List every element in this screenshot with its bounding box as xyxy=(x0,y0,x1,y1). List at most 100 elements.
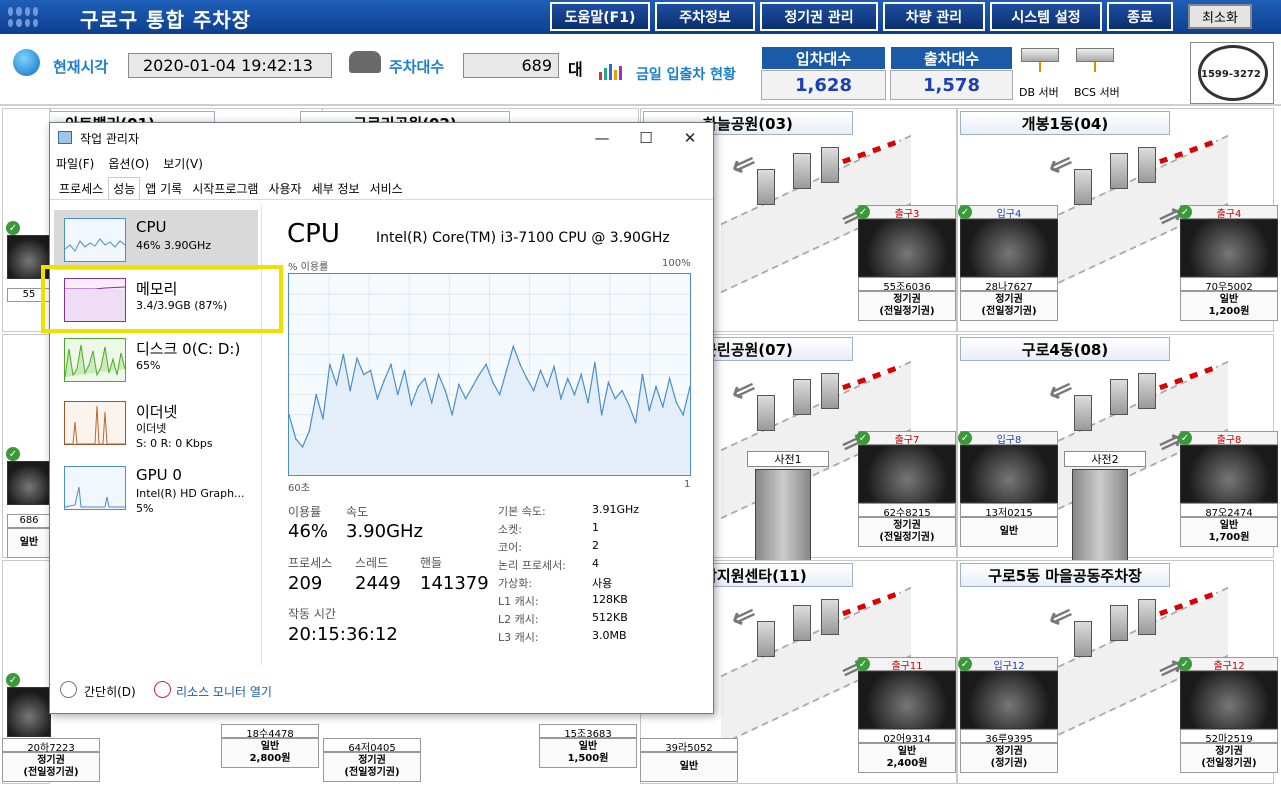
plate-number: 64저0405 xyxy=(323,738,421,754)
vehicle-type-text: 일반 xyxy=(19,537,39,548)
cpu-usage-point xyxy=(566,377,569,380)
sidebar-item-disk[interactable]: 디스크 0(C: D:) 65% xyxy=(54,330,258,390)
usage-axis-max: 100% xyxy=(662,258,691,269)
tab-app-history[interactable]: 앱 기록 xyxy=(140,177,187,199)
plate-number: 55조6036 xyxy=(858,277,956,293)
maximize-window-button[interactable]: ☐ xyxy=(626,127,666,149)
cpu-usage-point xyxy=(532,389,535,392)
tab-users[interactable]: 사용자 xyxy=(263,177,306,199)
task-manager-window[interactable]: 작업 관리자 — ☐ ✕ 파일(F) 옵션(O) 보기(V) 프로세스 성능 앱… xyxy=(49,122,714,714)
spec-key: 논리 프로세서: xyxy=(498,559,566,572)
plate-number: 36루9395 xyxy=(960,729,1058,745)
ticket-kiosk xyxy=(757,395,775,431)
sidebar-item-cpu[interactable]: CPU 46% 3.90GHz xyxy=(54,210,258,270)
menu-file[interactable]: 파일(F) xyxy=(56,155,94,172)
cpu-usage-point xyxy=(621,389,623,392)
vehicle-type-text: 정기권 xyxy=(995,746,1023,757)
cpu-usage-point xyxy=(424,377,426,380)
sidebar-item-gpu[interactable]: GPU 0 Intel(R) HD Graph... 5% xyxy=(54,458,258,518)
vehicle-type-text: 일반 xyxy=(897,746,917,757)
camera-panel: 18수4478 일반 2,800원 xyxy=(221,724,319,768)
fewer-details-link[interactable]: 간단히(D) xyxy=(84,683,136,700)
menu-view[interactable]: 보기(V) xyxy=(163,155,203,172)
plate-number: 39라5052 xyxy=(640,738,738,754)
ticket-kiosk xyxy=(757,169,775,205)
vehicle-type-sub: 1,500원 xyxy=(567,753,609,764)
vehicle-type: 일반 2,800원 xyxy=(221,738,319,768)
camera-image xyxy=(1180,219,1278,277)
memory-highlight-box xyxy=(41,265,283,333)
spec-value: 사용 xyxy=(592,577,613,590)
cpu-usage-point xyxy=(417,385,419,388)
menu-pass-management[interactable]: 정기권 관리 xyxy=(760,2,878,31)
chevron-up-icon[interactable] xyxy=(60,681,77,698)
db-server-label: DB 서버 xyxy=(1019,86,1059,99)
cpu-usage-point xyxy=(498,393,501,396)
vehicle-type: 정기권 (전일정기권) xyxy=(858,517,956,547)
minimize-button[interactable]: 최소화 xyxy=(1188,4,1252,29)
camera-image xyxy=(1180,671,1278,729)
cpu-usage-point xyxy=(526,377,528,380)
current-time-value: 2020-01-04 19:42:13 xyxy=(128,53,332,78)
gpu-detail-usage: 5% xyxy=(136,501,154,515)
spec-value: 512KB xyxy=(592,611,628,624)
sidebar-item-ethernet[interactable]: 이더넷 이더넷 S: 0 R: 0 Kbps xyxy=(54,393,258,453)
utilization-label: 이용률 xyxy=(288,505,322,519)
cpu-usage-point xyxy=(675,401,678,404)
cpu-usage-point xyxy=(396,393,399,396)
vehicle-type-sub: (전일정기권) xyxy=(344,767,400,778)
cpu-usage-graph xyxy=(288,273,691,476)
cpu-usage-point xyxy=(390,363,392,366)
check-icon: ✓ xyxy=(1178,431,1192,445)
plate-number: 18수4478 xyxy=(221,724,319,740)
lane-title: 구로4동(08) xyxy=(960,337,1170,361)
plate-number: 15조3683 xyxy=(539,724,637,740)
tab-startup[interactable]: 시작프로그램 xyxy=(187,177,263,199)
vehicle-type-sub: (전일정기권) xyxy=(1201,758,1257,769)
cpu-usage-point xyxy=(662,405,664,408)
cpu-usage-point xyxy=(485,363,487,366)
menu-exit[interactable]: 종료 xyxy=(1107,2,1173,31)
tab-processes[interactable]: 프로세스 xyxy=(54,177,108,199)
minimize-window-button[interactable]: — xyxy=(582,127,622,149)
exit-count-value: 1,578 xyxy=(890,70,1013,100)
vehicle-type: 일반 1,700원 xyxy=(1180,517,1278,547)
cpu-usage-point xyxy=(573,393,576,396)
task-manager-titlebar[interactable]: 작업 관리자 — ☐ ✕ xyxy=(50,123,713,153)
menu-parking-info[interactable]: 주차정보 xyxy=(655,2,755,31)
camera-image xyxy=(960,219,1058,277)
menu-vehicle-management[interactable]: 차량 관리 xyxy=(883,2,985,31)
menu-options[interactable]: 옵션(O) xyxy=(108,155,149,172)
camera-panel: 출구3 55조6036 정기권 (전일정기권) xyxy=(858,205,956,321)
close-window-button[interactable]: ✕ xyxy=(670,127,710,149)
vehicle-type: 일반 1,200원 xyxy=(1180,291,1278,321)
menu-system-settings[interactable]: 시스템 설정 xyxy=(990,2,1102,31)
check-icon: ✓ xyxy=(6,447,20,461)
tab-details[interactable]: 세부 정보 xyxy=(307,177,365,199)
disk-mini-graph xyxy=(64,338,126,382)
resource-monitor-link[interactable]: 리소스 모니터 열기 xyxy=(176,683,272,700)
tab-services[interactable]: 서비스 xyxy=(365,177,408,199)
cpu-heading: CPU xyxy=(287,219,340,249)
ticket-kiosk xyxy=(1138,373,1156,409)
cpu-usage-point xyxy=(308,429,311,432)
cpu-usage-point xyxy=(294,438,297,440)
spec-value: 1 xyxy=(592,521,599,534)
check-icon: ✓ xyxy=(856,431,870,445)
vehicle-type-text: 정기권 xyxy=(893,520,921,531)
processes-value: 209 xyxy=(288,573,323,594)
cpu-usage-point xyxy=(505,369,508,372)
plate-number: 13저0215 xyxy=(960,503,1058,519)
tab-performance[interactable]: 성능 xyxy=(108,177,141,199)
cpu-usage-point xyxy=(335,383,338,386)
lane-panel: 구로4동(08) ⇐ ⇒ 입구8 13저0215 일반 ✓ 출구8 87오2474 일반 1,700… xyxy=(957,334,1278,561)
vehicle-type-sub: (전일정기권) xyxy=(879,306,935,317)
entry-count-value: 1,628 xyxy=(761,70,886,100)
ticket-kiosk xyxy=(821,373,839,409)
camera-image xyxy=(7,461,51,505)
camera-panel: 출구4 70우5002 일반 1,200원 xyxy=(1180,205,1278,321)
cpu-usage-point xyxy=(410,403,413,406)
cpu-usage-point xyxy=(607,381,610,384)
menu-help[interactable]: 도움말(F1) xyxy=(550,2,650,31)
cpu-usage-point xyxy=(492,381,494,384)
